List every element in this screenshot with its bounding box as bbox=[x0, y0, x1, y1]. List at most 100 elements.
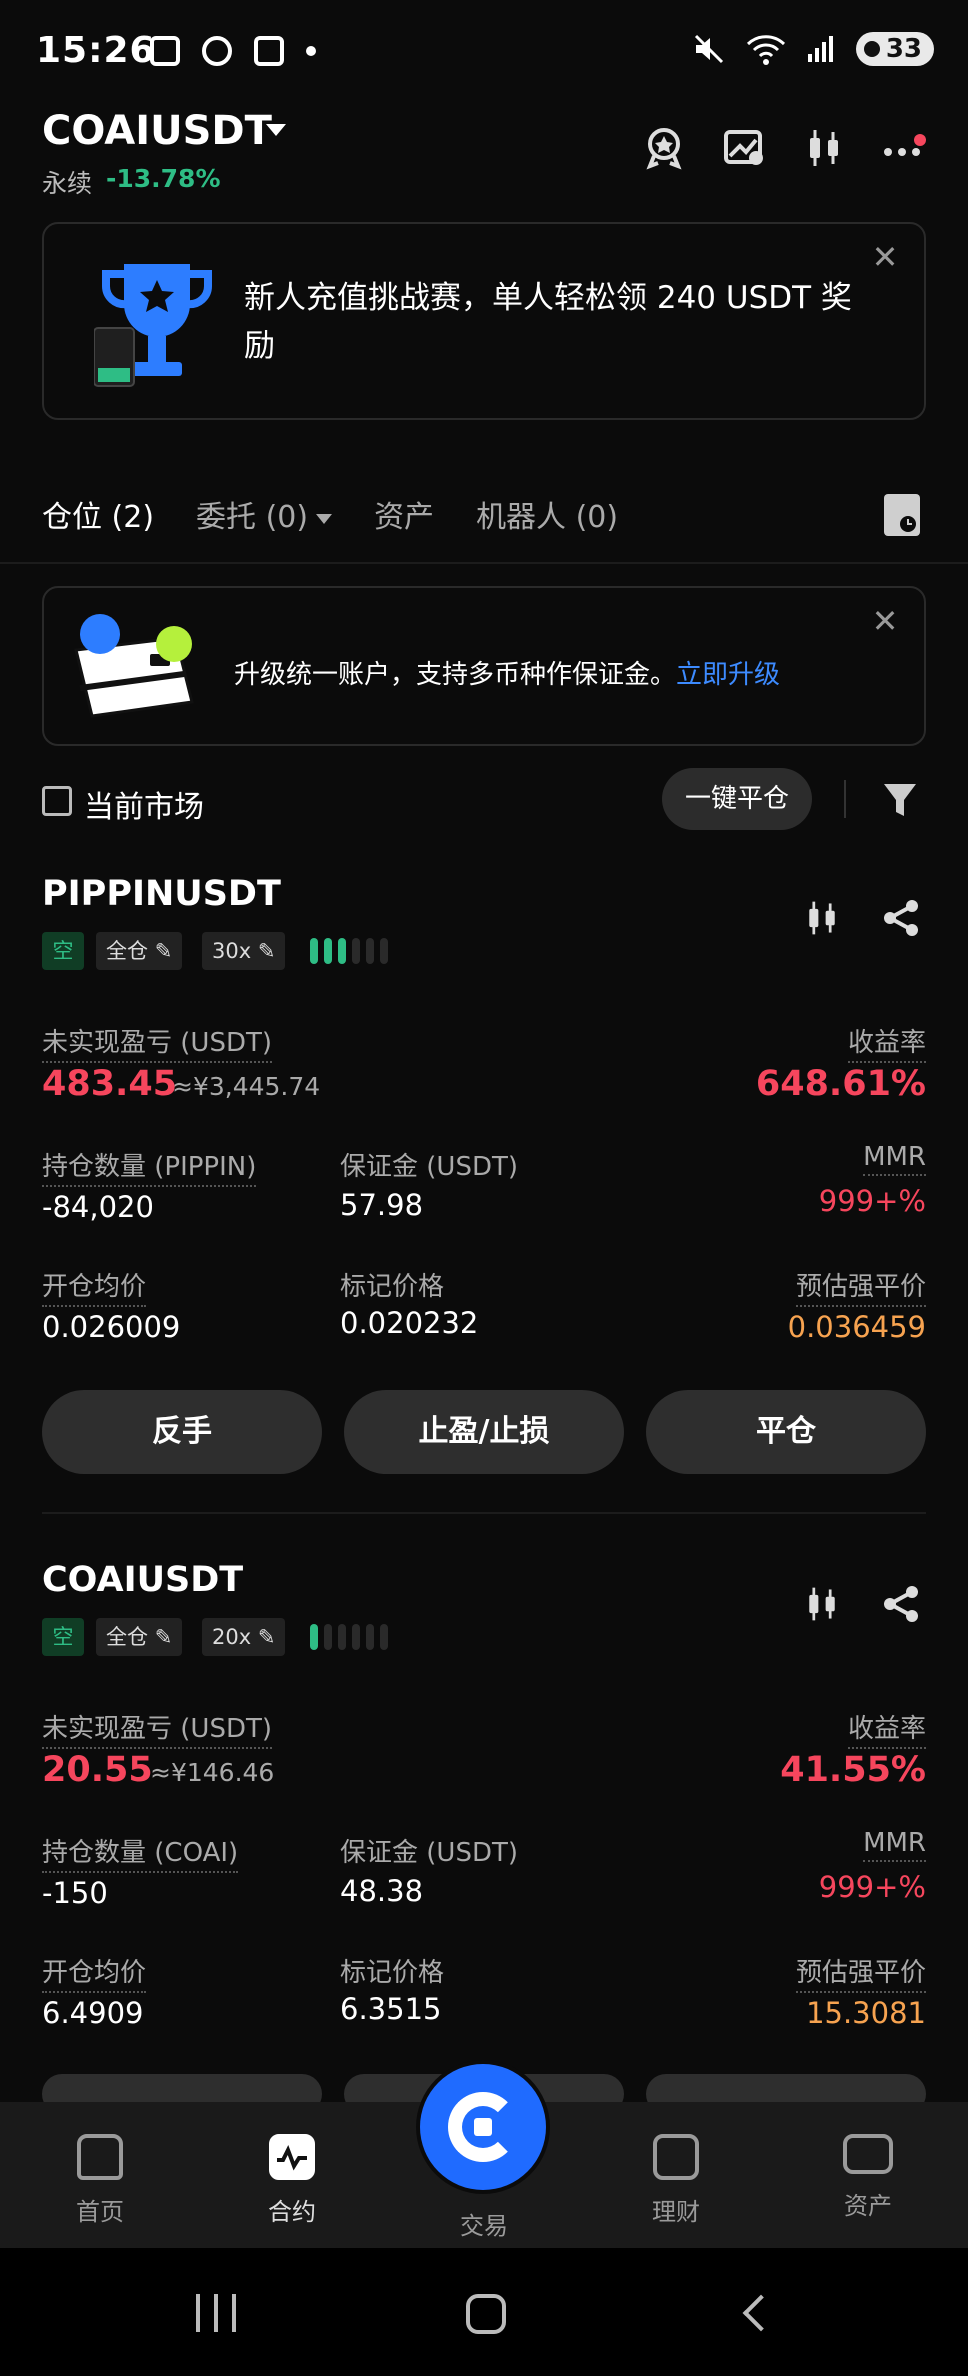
trade-fab-button[interactable] bbox=[420, 2064, 546, 2190]
wifi-icon bbox=[746, 35, 785, 65]
recent-line bbox=[196, 2294, 200, 2332]
risk-bar bbox=[366, 938, 374, 964]
quantity-value: -84,020 bbox=[42, 1190, 154, 1224]
quantity-label: 持仓数量 (COAI) bbox=[42, 1832, 239, 1873]
margin-mode-label: 全仓 bbox=[106, 939, 148, 963]
leverage-badge[interactable]: 30x ✎ bbox=[202, 932, 286, 970]
more-icon[interactable] bbox=[882, 126, 926, 170]
price-change: -13.78% bbox=[106, 164, 221, 193]
risk-bar bbox=[310, 938, 318, 964]
current-market-label[interactable]: 当前市场 bbox=[84, 782, 204, 826]
nav-earn[interactable]: 理财 bbox=[616, 2134, 736, 2227]
app-root: 15:26 33 COAIUSDT 永续 -13.78% 新人充值挑战赛，单人轻… bbox=[0, 0, 968, 2376]
tab-positions[interactable]: 仓位 (2) bbox=[42, 492, 154, 536]
position-chart-icon[interactable] bbox=[802, 898, 842, 938]
tab-orders[interactable]: 委托 (0) bbox=[196, 500, 308, 535]
upgrade-text-row: 升级统一账户，支持多币种作保证金。立即升级 bbox=[234, 654, 780, 691]
promo-close-icon[interactable]: ✕ bbox=[870, 241, 900, 273]
side-badge: 空 bbox=[42, 1618, 84, 1656]
mute-icon bbox=[694, 34, 723, 64]
risk-bar bbox=[338, 1624, 346, 1650]
nav-assets[interactable]: 资产 bbox=[808, 2134, 928, 2221]
badge-award-icon[interactable] bbox=[642, 126, 686, 170]
promo-text: 新人充值挑战赛，单人轻松领 240 USDT 奖励 bbox=[244, 280, 852, 364]
entry-price-value: 0.026009 bbox=[42, 1310, 181, 1344]
status-time: 15:26 bbox=[36, 30, 156, 71]
orders-dropdown-icon[interactable] bbox=[316, 513, 333, 524]
nav-trade-label: 交易 bbox=[460, 2212, 508, 2240]
margin-label: 保证金 (USDT) bbox=[340, 1838, 518, 1868]
screenshot-icon bbox=[150, 36, 180, 66]
entry-price-value: 6.4909 bbox=[42, 1996, 144, 2030]
nav-futures[interactable]: 合约 bbox=[232, 2134, 352, 2227]
mark-price-value: 6.3515 bbox=[340, 1992, 442, 2026]
risk-bar bbox=[310, 1624, 318, 1650]
pair-title[interactable]: COAIUSDT bbox=[42, 108, 272, 154]
risk-level-bars bbox=[310, 938, 388, 964]
filter-icon[interactable] bbox=[882, 780, 918, 820]
risk-level-bars bbox=[310, 1624, 388, 1650]
entry-price-label: 开仓均价 bbox=[42, 1266, 147, 1307]
app-notification-icon bbox=[202, 36, 232, 66]
tab-assets[interactable]: 资产 bbox=[374, 492, 434, 536]
upgrade-close-icon[interactable]: ✕ bbox=[870, 605, 900, 637]
current-market-checkbox[interactable] bbox=[42, 786, 72, 816]
candlestick-icon[interactable] bbox=[802, 126, 846, 170]
risk-bar bbox=[338, 938, 346, 964]
nav-home[interactable]: 首页 bbox=[40, 2134, 160, 2227]
upgrade-account-banner[interactable]: 升级统一账户，支持多币种作保证金。立即升级 ✕ bbox=[42, 586, 926, 746]
entry-price-label: 开仓均价 bbox=[42, 1952, 147, 1993]
promo-banner[interactable]: 新人充值挑战赛，单人轻松领 240 USDT 奖励 ✕ bbox=[42, 222, 926, 420]
pnl-label: 未实现盈亏 (USDT) bbox=[42, 1022, 272, 1063]
futures-pulse-glyph bbox=[277, 2145, 307, 2171]
tp-sl-button[interactable]: 止盈/止损 bbox=[344, 1390, 624, 1474]
pair-dropdown-icon[interactable] bbox=[266, 124, 286, 136]
position-tabs: 仓位 (2) 委托 (0) 资产 机器人 (0) bbox=[42, 492, 618, 536]
roe-value: 648.61% bbox=[755, 1064, 926, 1104]
history-document-icon[interactable] bbox=[884, 494, 920, 536]
margin-mode-badge[interactable]: 全仓 ✎ bbox=[96, 932, 183, 970]
roe-value: 41.55% bbox=[780, 1750, 926, 1790]
nav-earn-label: 理财 bbox=[652, 2198, 700, 2226]
tab-bots[interactable]: 机器人 (0) bbox=[476, 492, 618, 536]
reverse-button[interactable]: 反手 bbox=[42, 1390, 322, 1474]
leverage-label: 20x bbox=[212, 1625, 252, 1649]
history-clock-icon bbox=[900, 516, 916, 532]
close-all-button[interactable]: 一键平仓 bbox=[662, 768, 812, 830]
position-chart-icon[interactable] bbox=[802, 1584, 842, 1624]
contract-type-label: 永续 bbox=[42, 169, 93, 198]
recent-line bbox=[232, 2294, 236, 2332]
upgrade-link[interactable]: 立即升级 bbox=[676, 660, 780, 690]
risk-bar bbox=[324, 1624, 332, 1650]
mmr-value: 999+% bbox=[818, 1184, 926, 1218]
margin-mode-badge[interactable]: 全仓 ✎ bbox=[96, 1618, 183, 1656]
wallet-icon bbox=[843, 2134, 893, 2174]
futures-icon bbox=[269, 2134, 315, 2180]
mark-price-label: 标记价格 bbox=[340, 1272, 445, 1302]
mmr-label: MMR bbox=[863, 1828, 926, 1862]
share-icon[interactable] bbox=[882, 898, 922, 938]
roe-label: 收益率 bbox=[847, 1708, 926, 1749]
signal-icon bbox=[807, 36, 833, 62]
close-position-button[interactable]: 平仓 bbox=[646, 1390, 926, 1474]
pnl-label: 未实现盈亏 (USDT) bbox=[42, 1708, 272, 1749]
share-icon[interactable] bbox=[882, 1584, 922, 1624]
more-notifications-dot bbox=[306, 46, 316, 56]
chart-alert-icon[interactable] bbox=[722, 126, 766, 170]
tab-orders-wrap[interactable]: 委托 (0) bbox=[196, 492, 333, 536]
liq-price-label: 预估强平价 bbox=[795, 1952, 926, 1993]
status-notification-icons bbox=[150, 36, 316, 66]
trade-icon-dot bbox=[474, 2118, 492, 2136]
home-button-icon[interactable] bbox=[466, 2294, 506, 2334]
margin-value: 57.98 bbox=[340, 1188, 424, 1222]
risk-bar bbox=[324, 938, 332, 964]
nav-trade[interactable]: 交易 bbox=[424, 2206, 544, 2241]
mark-price-value: 0.020232 bbox=[340, 1306, 479, 1340]
tabs-divider bbox=[0, 562, 968, 564]
risk-bar bbox=[352, 1624, 360, 1650]
leverage-badge[interactable]: 20x ✎ bbox=[202, 1618, 286, 1656]
unrealized-pnl: 483.45 bbox=[42, 1064, 178, 1104]
timer-icon bbox=[254, 36, 284, 66]
recent-apps-icon[interactable] bbox=[196, 2294, 236, 2332]
edit-icon: ✎ bbox=[257, 1625, 276, 1649]
